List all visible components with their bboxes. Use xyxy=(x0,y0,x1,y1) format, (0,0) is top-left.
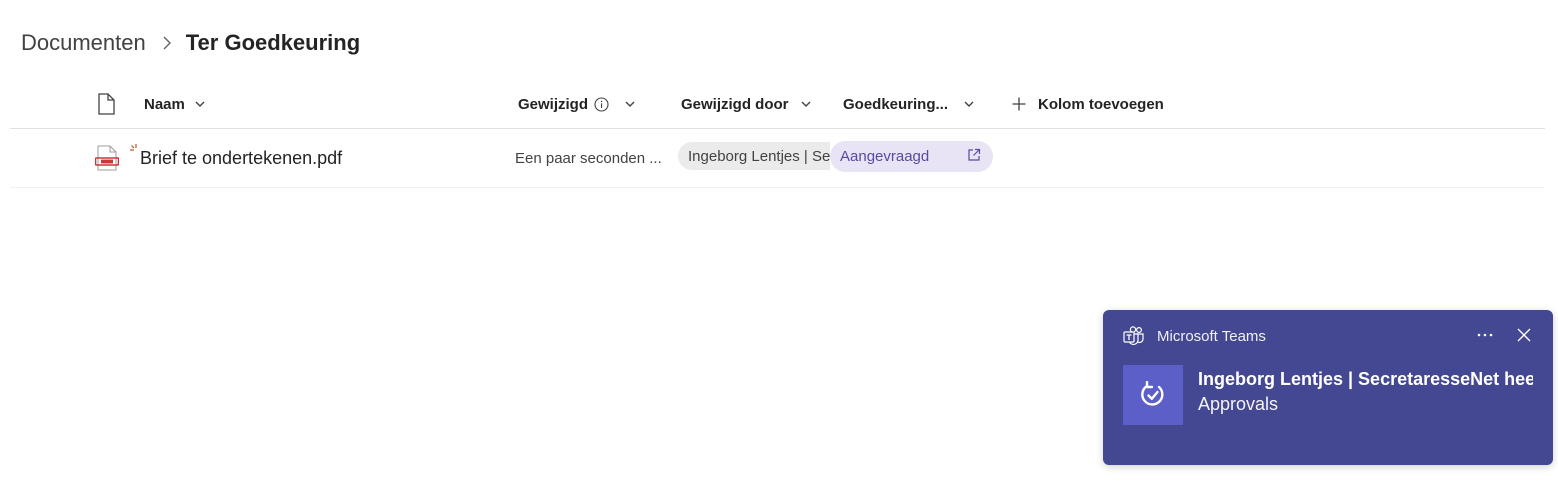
modified-by-name: Ingeborg Lentjes | SecretaresseNet xyxy=(688,147,830,165)
add-column-button[interactable]: Kolom toevoegen xyxy=(1012,80,1164,128)
chevron-down-icon xyxy=(195,101,205,108)
chevron-down-icon xyxy=(964,101,974,108)
column-header-modified[interactable]: Gewijzigd xyxy=(518,80,635,128)
breadcrumb: Documenten Ter Goedkeuring xyxy=(21,28,360,58)
table-row[interactable]: Brief te ondertekenen.pdf Een paar secon… xyxy=(10,129,1545,188)
approvals-app-icon xyxy=(1123,365,1183,425)
column-header-approval-label: Goedkeuring... xyxy=(843,95,949,113)
breadcrumb-current: Ter Goedkeuring xyxy=(185,30,361,55)
approval-status-badge[interactable]: Aangevraagd xyxy=(830,141,993,172)
column-header-modified-by-label: Gewijzigd door xyxy=(681,95,789,113)
plus-icon xyxy=(1012,97,1026,111)
column-header-name[interactable]: Naam xyxy=(144,80,205,128)
chevron-down-icon xyxy=(625,101,635,108)
breadcrumb-parent-link[interactable]: Documenten xyxy=(21,30,146,56)
file-name: Brief te ondertekenen.pdf xyxy=(140,147,343,168)
column-header-name-label: Naam xyxy=(144,95,185,113)
column-header-approval[interactable]: Goedkeuring... xyxy=(843,80,974,128)
teams-logo-icon xyxy=(1123,326,1145,346)
modified-by-persona[interactable]: Ingeborg Lentjes | SecretaresseNet xyxy=(678,142,830,170)
column-header-modified-label: Gewijzigd xyxy=(518,95,589,113)
document-icon[interactable] xyxy=(94,80,118,128)
info-icon[interactable] xyxy=(594,96,609,112)
open-external-icon[interactable] xyxy=(967,148,981,162)
add-column-label: Kolom toevoegen xyxy=(1038,95,1164,113)
document-library-page: Documenten Ter Goedkeuring Naam Gewijzig… xyxy=(0,0,1558,482)
toast-app-name: Microsoft Teams xyxy=(1157,328,1266,345)
new-file-marker-icon xyxy=(130,140,142,161)
toast-title: Ingeborg Lentjes | SecretaresseNet heeft… xyxy=(1198,369,1533,389)
chevron-down-icon xyxy=(801,101,811,108)
column-header-modified-by[interactable]: Gewijzigd door xyxy=(681,80,811,128)
close-icon[interactable] xyxy=(1512,324,1536,346)
chevron-right-icon xyxy=(162,36,172,50)
pdf-file-icon xyxy=(92,129,122,187)
teams-notification-toast[interactable]: Microsoft Teams Ingeborg Lentjes | Secre… xyxy=(1103,310,1553,465)
approval-status-label: Aangevraagd xyxy=(840,148,930,165)
modified-date: Een paar seconden ... xyxy=(515,149,662,167)
column-header-row: Naam Gewijzigd Gewijzigd door Goedkeurin… xyxy=(10,80,1545,129)
file-name-link[interactable]: Brief te ondertekenen.pdf xyxy=(130,129,343,187)
toast-subtitle: Approvals xyxy=(1198,394,1279,414)
more-options-icon[interactable] xyxy=(1473,324,1497,346)
